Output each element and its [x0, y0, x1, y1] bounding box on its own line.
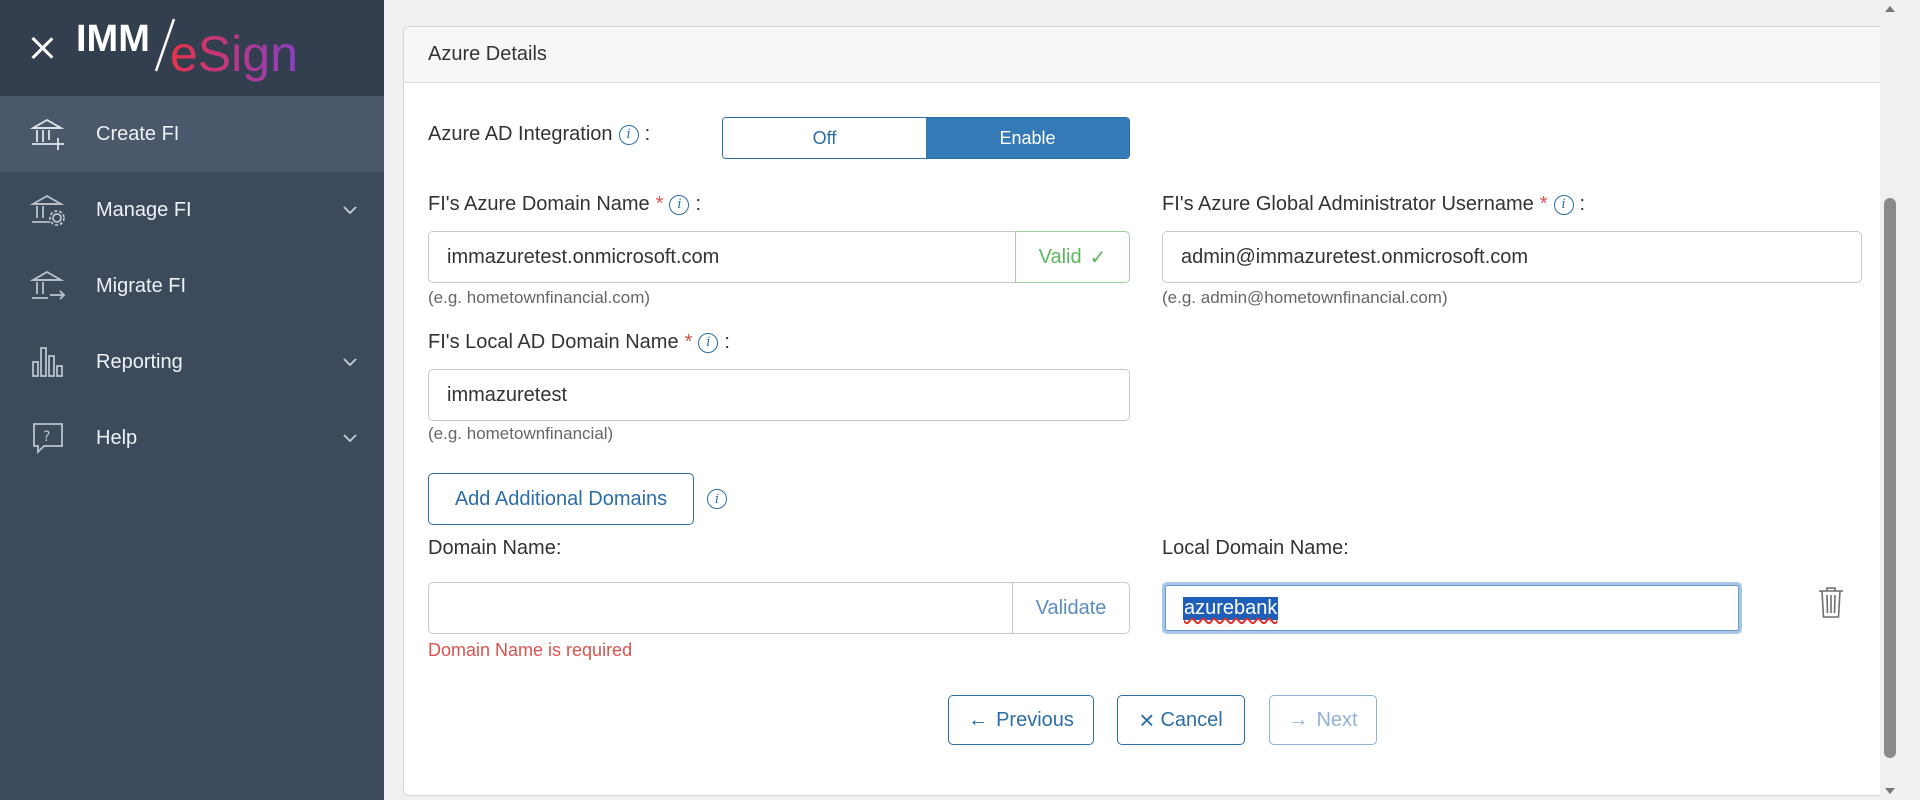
label-text: FI's Local AD Domain Name [428, 331, 679, 353]
toggle-off-button[interactable]: Off [723, 118, 926, 158]
info-icon[interactable]: i [669, 194, 690, 215]
sidebar-item-label: Help [96, 426, 138, 449]
chevron-down-icon [343, 206, 357, 215]
required-mark: * [1539, 193, 1548, 215]
colon: : [644, 123, 651, 145]
toggle-enable-button[interactable]: Enable [926, 118, 1129, 158]
button-label: Next [1316, 708, 1358, 731]
validate-button[interactable]: Validate [1012, 582, 1130, 634]
local-ad-hint: (e.g. hometownfinancial) [428, 424, 614, 443]
colon: : [1579, 193, 1586, 215]
label-text: FI's Azure Global Administrator Username [1162, 193, 1534, 215]
page-scrollbar[interactable] [1880, 0, 1900, 800]
sidebar-item-manage-fi[interactable]: Manage FI [0, 172, 384, 248]
local-domain-name-input[interactable]: azurebank [1162, 582, 1742, 634]
global-admin-input[interactable]: admin@immazuretest.onmicrosoft.com [1162, 231, 1862, 283]
domain-name-error: Domain Name is required [428, 640, 633, 660]
domain-name-label: Domain Name: [428, 537, 562, 559]
sidebar-header: IMM eSign [0, 0, 384, 96]
button-label: Previous [996, 708, 1074, 731]
info-icon[interactable]: i [1553, 194, 1574, 215]
local-ad-label: FI's Local AD Domain Name * i : [428, 331, 730, 354]
sidebar-item-migrate-fi[interactable]: Migrate FI [0, 248, 384, 324]
domain-name-input[interactable] [428, 582, 1013, 634]
close-icon: × [1139, 705, 1155, 735]
cancel-button[interactable]: × Cancel [1117, 695, 1245, 745]
global-admin-label: FI's Azure Global Administrator Username… [1162, 193, 1585, 216]
sidebar-item-create-fi[interactable]: Create FI [0, 96, 384, 172]
arrow-right-icon: → [1288, 708, 1309, 731]
sidebar: IMM eSign Create FI Manage FI Migrate FI… [0, 0, 384, 800]
next-button[interactable]: → Next [1269, 695, 1377, 745]
sidebar-item-label: Migrate FI [96, 274, 187, 297]
previous-button[interactable]: ← Previous [948, 695, 1094, 745]
add-additional-domains-button[interactable]: Add Additional Domains [428, 473, 694, 525]
imm-esign-logo: IMM eSign [74, 8, 314, 88]
info-icon[interactable]: i [698, 332, 719, 353]
scroll-thumb[interactable] [1884, 198, 1896, 758]
input-value: immazuretest.onmicrosoft.com [447, 245, 720, 268]
required-mark: * [655, 193, 664, 215]
checkmark-icon: ✓ [1089, 246, 1107, 269]
card-header: Azure Details [404, 27, 1888, 83]
bar-chart-icon [30, 344, 66, 380]
sidebar-item-reporting[interactable]: Reporting [0, 324, 384, 400]
chevron-down-icon [343, 434, 357, 443]
azure-details-card: Azure Details Azure AD Integration i : O… [403, 26, 1889, 796]
chevron-down-icon [343, 358, 357, 367]
label-text: Azure AD Integration [428, 123, 613, 145]
input-value: admin@immazuretest.onmicrosoft.com [1181, 245, 1529, 268]
input-value: azurebank [1183, 596, 1279, 620]
scroll-up-icon[interactable] [1885, 6, 1895, 12]
info-icon[interactable]: i [707, 489, 727, 509]
bank-arrow-icon [30, 268, 66, 304]
azure-ad-integration-label: Azure AD Integration i : [428, 123, 650, 146]
sidebar-item-label: Reporting [96, 350, 183, 373]
input-value: immazuretest [447, 383, 568, 406]
valid-text: Valid [1038, 245, 1082, 268]
sidebar-item-label: Manage FI [96, 198, 192, 221]
global-admin-hint: (e.g. admin@hometownfinancial.com) [1162, 288, 1448, 307]
azure-domain-hint: (e.g. hometownfinancial.com) [428, 288, 651, 307]
svg-text:IMM: IMM [76, 18, 150, 60]
help-bubble-icon: ? [30, 420, 66, 456]
card-title: Azure Details [428, 43, 547, 65]
arrow-left-icon: ← [968, 708, 989, 731]
label-text: FI's Azure Domain Name [428, 193, 650, 215]
info-icon[interactable]: i [618, 124, 639, 145]
colon: : [724, 331, 730, 353]
azure-ad-toggle: Off Enable [722, 117, 1130, 159]
required-mark: * [684, 331, 693, 353]
colon: : [695, 193, 702, 215]
local-ad-input[interactable]: immazuretest [428, 369, 1130, 421]
sidebar-item-help[interactable]: ? Help [0, 400, 384, 476]
azure-domain-label: FI's Azure Domain Name * i : [428, 193, 701, 216]
local-domain-name-label: Local Domain Name: [1162, 537, 1349, 559]
scroll-down-icon[interactable] [1885, 788, 1895, 794]
svg-text:?: ? [43, 429, 50, 445]
main-content: Azure Details Azure AD Integration i : O… [384, 0, 1900, 800]
close-icon[interactable] [28, 34, 56, 62]
sidebar-item-label: Create FI [96, 122, 180, 145]
bank-gear-icon [30, 192, 66, 228]
valid-indicator: Valid ✓ [1015, 231, 1130, 283]
svg-text:eSign: eSign [170, 26, 298, 82]
trash-icon[interactable] [1817, 585, 1845, 619]
azure-domain-input[interactable]: immazuretest.onmicrosoft.com [428, 231, 1016, 283]
button-label: Cancel [1160, 708, 1223, 731]
bank-add-icon [30, 116, 66, 152]
